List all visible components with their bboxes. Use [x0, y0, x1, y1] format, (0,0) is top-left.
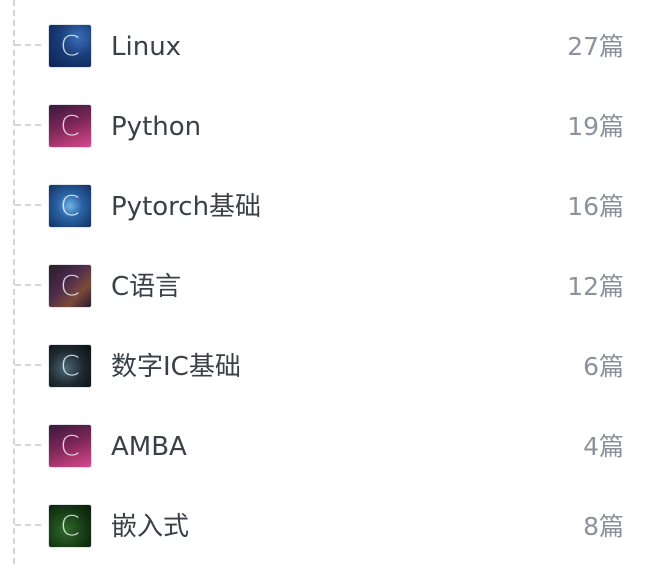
column-list: C Linux 27篇 C Python 19篇 C Pytorch基础 16篇… [0, 0, 650, 564]
linux-cover-icon[interactable]: C [48, 24, 92, 68]
column-name[interactable]: C语言 [111, 267, 181, 307]
tree-branch [15, 44, 41, 46]
tree-branch [15, 364, 41, 366]
column-name[interactable]: Pytorch基础 [111, 187, 261, 227]
article-count: 27篇 [567, 32, 624, 61]
column-name[interactable]: Linux [111, 27, 181, 67]
column-name[interactable]: 嵌入式 [111, 507, 189, 547]
digital-ic-cover-icon[interactable]: C [48, 344, 92, 388]
amba-cover-icon[interactable]: C [48, 424, 92, 468]
column-name[interactable]: AMBA [111, 427, 187, 467]
article-count: 4篇 [583, 432, 624, 461]
c-language-cover-icon[interactable]: C [48, 264, 92, 308]
tree-branch [15, 284, 41, 286]
article-count: 16篇 [567, 192, 624, 221]
article-count: 19篇 [567, 112, 624, 141]
column-item-c-language[interactable]: C C语言 12篇 [0, 244, 650, 324]
tree-branch [15, 524, 41, 526]
column-item-digital-ic[interactable]: C 数字IC基础 6篇 [0, 324, 650, 404]
column-item-python[interactable]: C Python 19篇 [0, 84, 650, 164]
article-count: 12篇 [567, 272, 624, 301]
column-item-amba[interactable]: C AMBA 4篇 [0, 404, 650, 484]
column-name[interactable]: 数字IC基础 [111, 347, 241, 387]
column-item-embedded[interactable]: C 嵌入式 8篇 [0, 484, 650, 564]
article-count: 6篇 [583, 352, 624, 381]
column-item-linux[interactable]: C Linux 27篇 [0, 4, 650, 84]
tree-branch [15, 124, 41, 126]
pytorch-cover-icon[interactable]: C [48, 184, 92, 228]
column-item-pytorch[interactable]: C Pytorch基础 16篇 [0, 164, 650, 244]
tree-branch [15, 204, 41, 206]
article-count: 8篇 [583, 512, 624, 541]
python-cover-icon[interactable]: C [48, 104, 92, 148]
column-name[interactable]: Python [111, 107, 201, 147]
tree-branch [15, 444, 41, 446]
embedded-cover-icon[interactable]: C [48, 504, 92, 548]
